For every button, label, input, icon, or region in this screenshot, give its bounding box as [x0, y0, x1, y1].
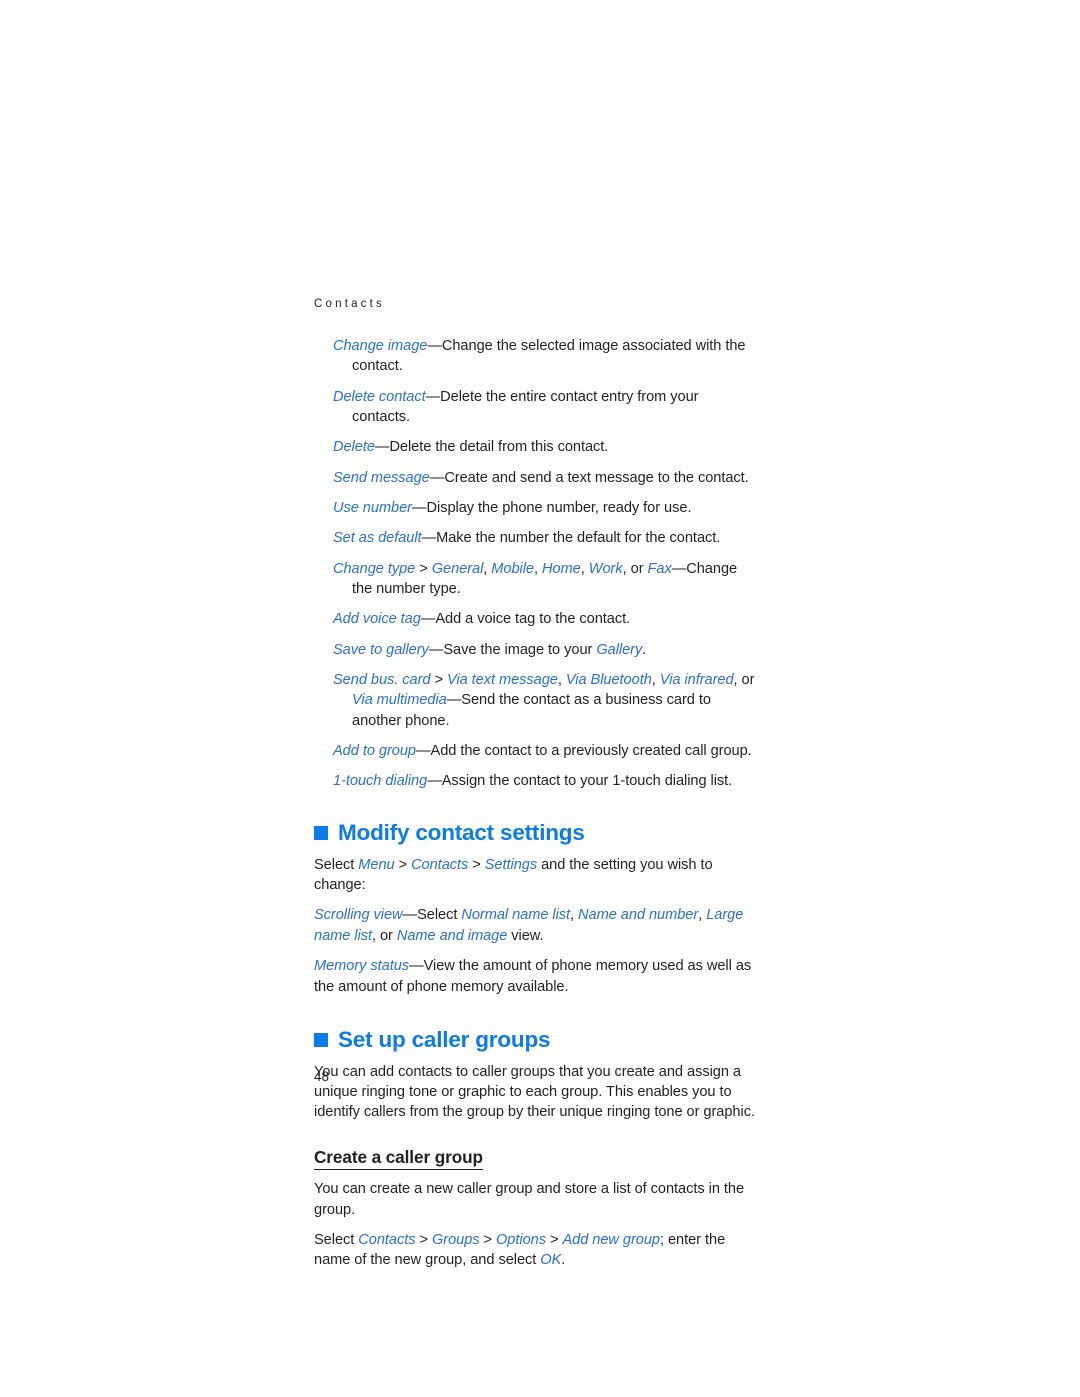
- option-ref: 1-touch dialing: [333, 773, 428, 790]
- blue-square-bullet-icon: [314, 1033, 328, 1048]
- change-type-general: General: [431, 560, 484, 577]
- option-set-as-default: Set as default—Make the number the defau…: [333, 528, 760, 548]
- option-dash: —: [446, 692, 462, 709]
- change-type-mobile: Mobile: [491, 560, 534, 577]
- option-dash: —: [415, 742, 431, 759]
- page-content: Change image—Change the selected image a…: [314, 336, 760, 1271]
- option-dash: —: [425, 388, 441, 405]
- option-dash: —: [412, 499, 427, 516]
- heading-label: Set up caller groups: [338, 1026, 551, 1052]
- option-ref: Add to group: [333, 742, 416, 759]
- option-gt: >: [430, 672, 447, 689]
- heading-modify-contact-settings: Modify contact settings: [314, 819, 760, 846]
- ref-ok: OK: [540, 1252, 562, 1269]
- option-ref: Add voice tag: [333, 611, 421, 628]
- option-desc: Save the image to your: [443, 641, 597, 658]
- option-desc: Assign the contact to your 1-touch diali…: [441, 773, 733, 790]
- heading-label: Modify contact settings: [338, 819, 585, 845]
- setting-scrolling-view: Scrolling view—Select Normal name list , …: [314, 907, 744, 944]
- subheading-wrapper: Create a caller group: [314, 1147, 760, 1171]
- option-dash: —: [409, 958, 424, 975]
- change-type-fax: Fax: [647, 560, 672, 577]
- send-via-multimedia: Via multimedia: [352, 692, 447, 709]
- option-dash: —: [428, 641, 444, 658]
- option-change-image: Change image—Change the selected image a…: [333, 336, 760, 376]
- view-or: , or: [371, 927, 397, 944]
- steps-lead: Select: [314, 1232, 359, 1249]
- option-gt: >: [415, 560, 432, 577]
- option-ref: Send bus. card: [333, 672, 431, 689]
- send-via-infrared: Via infrared: [659, 672, 734, 689]
- option-period: .: [642, 641, 647, 658]
- option-one-touch-dialing: 1-touch dialing—Assign the contact to yo…: [333, 771, 760, 791]
- change-type-home: Home: [542, 560, 581, 577]
- send-or: , or: [733, 672, 755, 689]
- option-delete: Delete—Delete the detail from this conta…: [333, 437, 760, 457]
- option-ref: Scrolling view: [314, 907, 403, 924]
- ref-menu: Menu: [358, 856, 395, 873]
- option-ref: Send message: [333, 469, 430, 486]
- change-type-work: Work: [588, 560, 623, 577]
- running-header: Contacts: [314, 298, 385, 310]
- blue-square-bullet-icon: [314, 826, 328, 841]
- option-dash: —: [402, 907, 418, 924]
- running-header-label: Contacts: [314, 298, 385, 310]
- page-number: 48: [314, 1069, 330, 1084]
- option-dash: —: [427, 773, 442, 790]
- option-ref: Delete: [333, 439, 375, 456]
- option-change-type: Change type > General, Mobile, Home, Wor…: [333, 560, 738, 597]
- send-via-text-message: Via text message: [446, 672, 558, 689]
- steps-period: .: [561, 1252, 566, 1269]
- ref-groups: Groups: [431, 1232, 480, 1249]
- view-name-and-image: Name and image: [396, 927, 508, 944]
- select-word: Select: [417, 907, 462, 924]
- ref-contacts: Contacts: [358, 1232, 416, 1249]
- heading-set-up-caller-groups: Set up caller groups: [314, 1026, 760, 1053]
- option-desc: Add the contact to a previously created …: [430, 742, 752, 759]
- create-caller-group-intro: You can create a new caller group and st…: [314, 1181, 745, 1218]
- option-desc: Make the number the default for the cont…: [436, 530, 721, 547]
- option-ref: Set as default: [333, 530, 422, 547]
- view-normal-name-list: Normal name list: [461, 907, 571, 924]
- option-ref: Delete contact: [333, 388, 426, 405]
- option-desc: Delete the detail from this contact.: [389, 439, 609, 456]
- modify-settings-intro: Select Menu > Contacts > Settings and th…: [314, 856, 713, 893]
- ref-contacts: Contacts: [411, 856, 469, 873]
- send-via-bluetooth: Via Bluetooth: [565, 672, 652, 689]
- option-dash: —: [421, 530, 437, 547]
- option-desc: Create and send a text message to the co…: [444, 469, 749, 486]
- view-tail: view.: [507, 927, 544, 944]
- option-ref: Change image: [333, 338, 428, 354]
- option-use-number: Use number—Display the phone number, rea…: [333, 498, 760, 518]
- option-ref: Change type: [333, 560, 416, 577]
- create-caller-group-steps: Select Contacts > Groups > Options > Add…: [314, 1232, 726, 1269]
- option-dash: —: [420, 611, 436, 628]
- option-desc: Add a voice tag to the contact.: [435, 611, 631, 628]
- view-name-and-number: Name and number: [578, 907, 699, 924]
- ref-options: Options: [496, 1232, 546, 1249]
- option-desc: Display the phone number, ready for use.: [426, 499, 692, 516]
- option-dash: —: [429, 469, 445, 486]
- option-ref: Memory status: [314, 958, 410, 975]
- gallery-ref: Gallery: [596, 641, 643, 658]
- change-type-or: , or: [622, 560, 648, 577]
- option-add-to-group: Add to group—Add the contact to a previo…: [333, 741, 760, 761]
- option-dash: —: [671, 560, 687, 577]
- option-ref: Use number: [333, 499, 412, 516]
- option-dash: —: [427, 338, 442, 354]
- ref-add-new-group: Add new group: [562, 1232, 660, 1249]
- option-send-bus-card: Send bus. card > Via text message, Via B…: [333, 672, 755, 729]
- ref-settings: Settings: [484, 856, 538, 873]
- option-send-message: Send message—Create and send a text mess…: [333, 468, 760, 488]
- option-dash: —: [374, 439, 390, 456]
- option-ref: Save to gallery: [333, 641, 429, 658]
- option-delete-contact: Delete contact—Delete the entire contact…: [333, 387, 760, 427]
- option-add-voice-tag: Add voice tag—Add a voice tag to the con…: [333, 609, 760, 629]
- setting-memory-status: Memory status—View the amount of phone m…: [314, 956, 760, 996]
- caller-groups-intro: You can add contacts to caller groups th…: [314, 1063, 755, 1121]
- option-save-to-gallery: Save to gallery—Save the image to your G…: [333, 640, 760, 660]
- manual-page: Contacts Change image—Change the selecte…: [0, 0, 1080, 1397]
- intro-lead: Select: [314, 856, 359, 873]
- subheading-create-a-caller-group: Create a caller group: [314, 1147, 483, 1171]
